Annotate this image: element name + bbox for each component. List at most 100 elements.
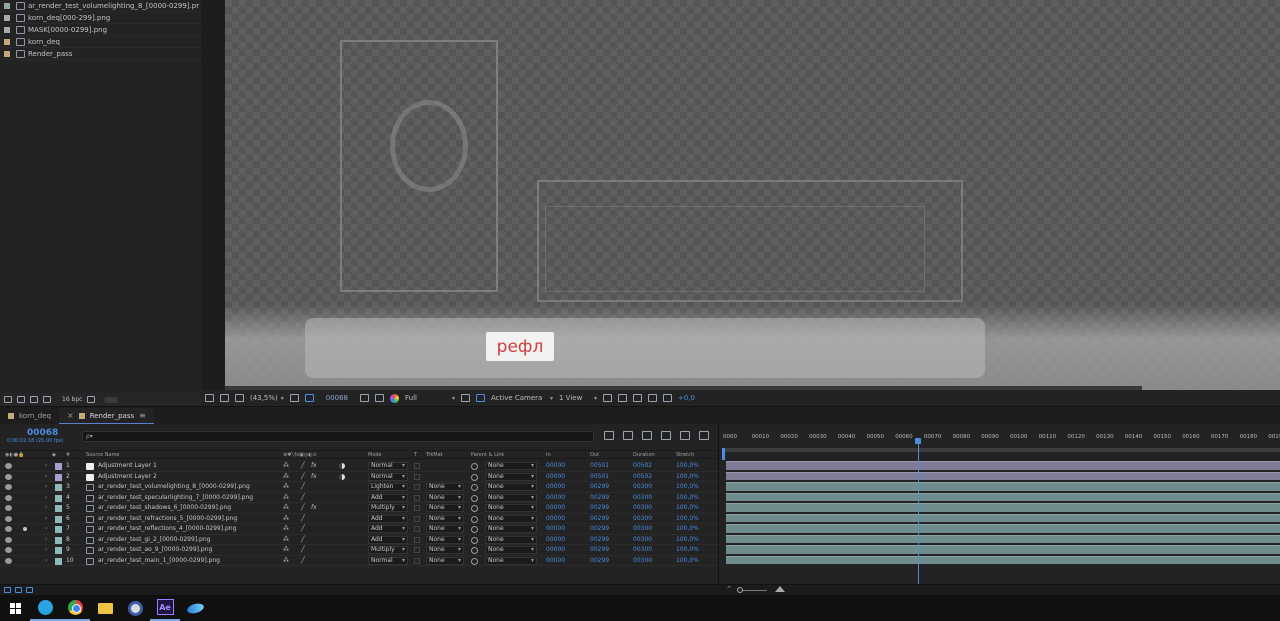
chevron-right-icon[interactable]: ›: [45, 557, 47, 564]
taskbar-obs[interactable]: [120, 595, 150, 621]
fast-previews-icon[interactable]: [618, 394, 627, 402]
parent-dropdown[interactable]: None ▾: [485, 535, 537, 544]
shy-switch-icon[interactable]: ⁂: [283, 525, 289, 532]
close-icon[interactable]: ×: [67, 411, 74, 420]
layer-source-name[interactable]: ar_render_test_reflections_4_[0000-0299]…: [98, 525, 236, 532]
layer-label-swatch[interactable]: [55, 515, 62, 523]
track-matte-dropdown[interactable]: None ▾: [426, 483, 464, 491]
layer-row[interactable]: › 6 ar_render_test_refractions_5_[0000-029…: [0, 514, 718, 524]
comp-flowchart-icon[interactable]: [648, 394, 657, 402]
layer-label-swatch[interactable]: [55, 473, 62, 481]
visibility-eye-icon[interactable]: [5, 463, 12, 469]
layer-stretch[interactable]: 100,0%: [676, 557, 699, 564]
pick-whip-icon[interactable]: [471, 484, 478, 491]
new-folder-icon[interactable]: [17, 396, 25, 403]
layer-out-point[interactable]: 00501: [590, 462, 609, 469]
parent-dropdown[interactable]: None ▾: [485, 483, 537, 491]
current-frame-field[interactable]: 00068: [320, 394, 354, 402]
layer-out-point[interactable]: 00299: [590, 557, 609, 564]
pick-whip-icon[interactable]: [471, 473, 478, 481]
layer-row[interactable]: › 10 ar_render_test_main_1_[0000-0299].png…: [0, 556, 718, 566]
parent-dropdown[interactable]: None ▾: [485, 493, 537, 502]
layer-row[interactable]: › 1 Adjustment Layer 1 ⁂ ╱ fx Normal ▾ None ▾ 0000…: [0, 461, 718, 472]
solo-dot-icon[interactable]: [23, 485, 27, 489]
layer-duration-bar[interactable]: [726, 513, 1280, 522]
layer-out-point[interactable]: 00299: [590, 494, 609, 501]
pick-whip-icon[interactable]: [471, 463, 478, 470]
chevron-right-icon[interactable]: ›: [45, 525, 47, 532]
layer-stretch[interactable]: 100,0%: [676, 473, 699, 480]
layer-stretch[interactable]: 100,0%: [676, 536, 699, 543]
layer-out-point[interactable]: 00299: [590, 483, 609, 490]
layer-out-point[interactable]: 00299: [590, 525, 609, 532]
reset-exposure-icon[interactable]: [663, 394, 672, 402]
pick-whip-icon[interactable]: [471, 494, 478, 502]
column-parent[interactable]: Parent & Link: [471, 452, 504, 458]
quality-switch-icon[interactable]: ╱: [301, 536, 305, 543]
parent-dropdown[interactable]: None ▾: [485, 504, 537, 512]
layer-duration-bar[interactable]: [726, 534, 1280, 543]
layer-in-point[interactable]: 00000: [546, 473, 565, 480]
comp-mini-flowchart-icon[interactable]: [604, 431, 614, 440]
shy-switch-icon[interactable]: ⁂: [283, 536, 289, 543]
preserve-transparency-checkbox[interactable]: [414, 547, 420, 553]
draft-3d-icon[interactable]: [623, 431, 633, 440]
pick-whip-icon[interactable]: [471, 547, 478, 554]
shy-switch-icon[interactable]: ⁂: [283, 483, 289, 490]
effects-switch-icon[interactable]: fx: [311, 473, 317, 480]
layer-duration-bar[interactable]: [726, 524, 1280, 533]
layer-duration[interactable]: 00300: [633, 504, 652, 511]
layer-row[interactable]: › 2 Adjustment Layer 2 ⁂ ╱ fx Normal ▾ None ▾ 0000…: [0, 472, 718, 482]
preserve-transparency-checkbox[interactable]: [414, 536, 420, 543]
track-matte-dropdown[interactable]: None ▾: [426, 504, 464, 512]
solo-dot-icon[interactable]: [23, 548, 27, 552]
visibility-eye-icon[interactable]: [5, 484, 12, 490]
blend-mode-dropdown[interactable]: Add ▾: [368, 493, 408, 502]
preserve-transparency-checkbox[interactable]: [414, 463, 420, 469]
layer-duration-bar[interactable]: [726, 545, 1280, 554]
tab-render-pass[interactable]: × Render_pass ≡: [58, 408, 154, 424]
layer-out-point[interactable]: 00501: [590, 473, 609, 480]
visibility-eye-icon[interactable]: [5, 536, 12, 543]
motion-blur-icon[interactable]: [680, 431, 690, 440]
zoom-out-icon[interactable]: ⌃: [726, 585, 732, 593]
column-duration[interactable]: Duration: [633, 452, 655, 458]
color-channels-icon[interactable]: [390, 393, 399, 403]
layer-source-name[interactable]: ar_render_test_specularlighting_7_[0000-…: [98, 494, 253, 501]
layer-in-point[interactable]: 00000: [546, 525, 565, 532]
quality-switch-icon[interactable]: ╱: [301, 483, 305, 490]
timeline-graph-area[interactable]: 0000 00010 00020 00030 00040 00050 00060 00070 0…: [718, 424, 1280, 584]
layer-stretch[interactable]: 100,0%: [676, 546, 699, 553]
project-scrollbar[interactable]: [104, 396, 119, 403]
blend-mode-dropdown[interactable]: Add ▾: [368, 525, 408, 533]
layer-label-swatch[interactable]: [55, 484, 62, 491]
layer-out-point[interactable]: 00299: [590, 536, 609, 543]
layer-search-input[interactable]: ρ▾: [82, 431, 594, 442]
layer-stretch[interactable]: 100,0%: [676, 515, 699, 522]
layer-source-name[interactable]: ar_render_test_refractions_5_[0000-0299]…: [98, 515, 237, 522]
track-matte-dropdown[interactable]: None ▾: [426, 546, 464, 554]
show-snapshot-icon[interactable]: [375, 394, 384, 402]
project-item[interactable]: korn_deq: [0, 36, 201, 48]
grid-guides-icon[interactable]: [289, 394, 299, 402]
visibility-eye-icon[interactable]: [5, 473, 12, 480]
start-button[interactable]: [0, 595, 30, 621]
shy-switch-icon[interactable]: ⁂: [283, 473, 289, 480]
layer-row[interactable]: › 3 ar_render_test_volumelighting_8_[0000-…: [0, 482, 718, 493]
layer-in-point[interactable]: 00000: [546, 546, 565, 553]
quality-switch-icon[interactable]: ╱: [301, 546, 305, 553]
layer-in-point[interactable]: 00000: [546, 536, 565, 543]
track-matte-dropdown[interactable]: None ▾: [426, 514, 464, 523]
layer-duration[interactable]: 00502: [633, 473, 652, 480]
layer-duration[interactable]: 00300: [633, 525, 652, 532]
work-area-bar[interactable]: [722, 448, 1280, 452]
parent-dropdown[interactable]: None ▾: [485, 514, 537, 523]
layer-stretch[interactable]: 100,0%: [676, 483, 699, 490]
layer-in-point[interactable]: 00000: [546, 494, 565, 501]
column-in[interactable]: In: [546, 452, 551, 458]
taskbar-telegram[interactable]: [30, 595, 60, 621]
always-preview-icon[interactable]: [205, 394, 214, 402]
frame-blending-icon[interactable]: [661, 431, 671, 440]
camera-dropdown[interactable]: Active Camera ▾: [491, 394, 553, 402]
layer-duration-bar[interactable]: [726, 503, 1280, 512]
